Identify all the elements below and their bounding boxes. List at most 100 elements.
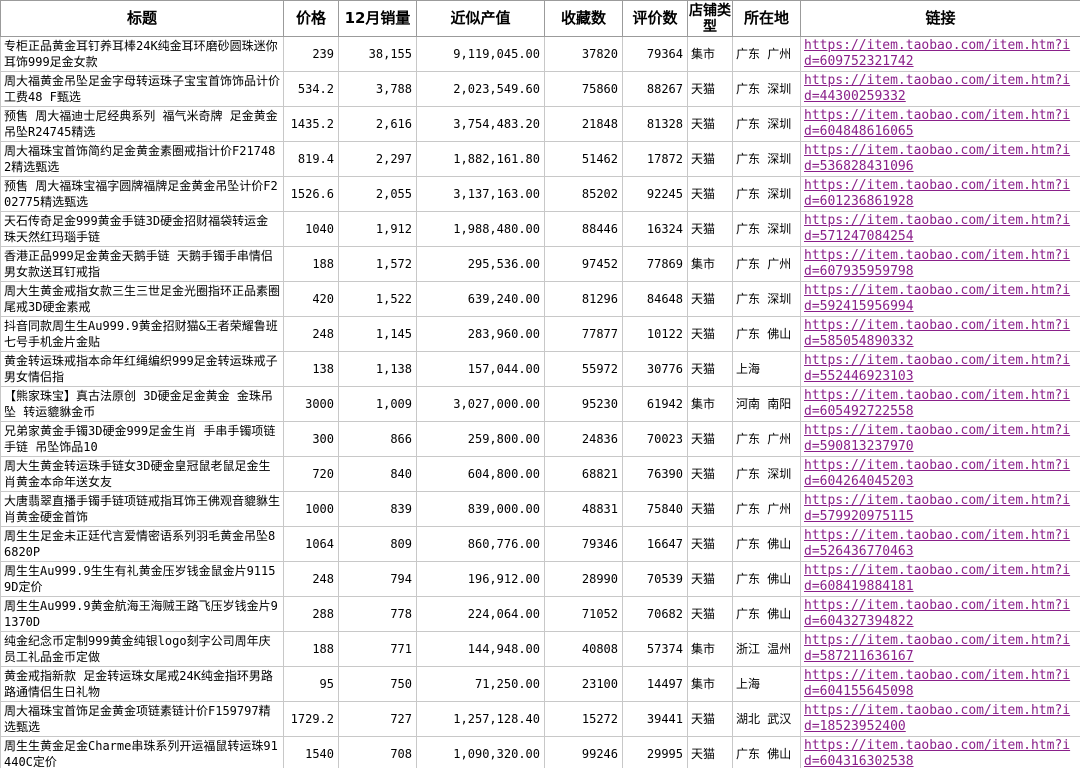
cell-value[interactable]: 3,027,000.00 xyxy=(416,386,545,422)
cell-title[interactable]: 黄金戒指新款 足金转运珠女尾戒24K纯金指环男路路通情侣生日礼物 xyxy=(0,666,284,702)
cell-value[interactable]: 1,257,128.40 xyxy=(416,701,545,737)
cell-favorites[interactable]: 48831 xyxy=(544,491,623,527)
cell-reviews[interactable]: 92245 xyxy=(622,176,688,212)
product-link[interactable]: https://item.taobao.com/item.htm?id=5524… xyxy=(804,353,1070,384)
cell-title[interactable]: 周大生黄金转运珠手链女3D硬金皇冠鼠老鼠足金生肖黄金本命年送女友 xyxy=(0,456,284,492)
cell-link[interactable]: https://item.taobao.com/item.htm?id=6084… xyxy=(800,561,1080,597)
cell-favorites[interactable]: 85202 xyxy=(544,176,623,212)
cell-price[interactable]: 1540 xyxy=(283,736,339,768)
cell-location[interactable]: 广东 深圳 xyxy=(732,71,801,107)
cell-location[interactable]: 广东 深圳 xyxy=(732,106,801,142)
cell-location[interactable]: 浙江 温州 xyxy=(732,631,801,667)
cell-sales[interactable]: 38,155 xyxy=(338,36,417,72)
cell-sales[interactable]: 1,912 xyxy=(338,211,417,247)
product-link[interactable]: https://item.taobao.com/item.htm?id=4430… xyxy=(804,73,1070,104)
cell-price[interactable]: 3000 xyxy=(283,386,339,422)
cell-reviews[interactable]: 16324 xyxy=(622,211,688,247)
product-link[interactable]: https://item.taobao.com/item.htm?id=5850… xyxy=(804,318,1070,349)
cell-link[interactable]: https://item.taobao.com/item.htm?id=5850… xyxy=(800,316,1080,352)
cell-favorites[interactable]: 28990 xyxy=(544,561,623,597)
cell-title[interactable]: 【熊家珠宝】真古法原创 3D硬金足金黄金 金珠吊坠 转运貔貅金币 xyxy=(0,386,284,422)
cell-location[interactable]: 广东 佛山 xyxy=(732,561,801,597)
cell-link[interactable]: https://item.taobao.com/item.htm?id=6043… xyxy=(800,596,1080,632)
cell-link[interactable]: https://item.taobao.com/item.htm?id=5872… xyxy=(800,631,1080,667)
header-shop-type[interactable]: 店铺类型 xyxy=(687,0,733,37)
cell-shop-type[interactable]: 天猫 xyxy=(687,316,733,352)
cell-shop-type[interactable]: 集市 xyxy=(687,631,733,667)
cell-price[interactable]: 1040 xyxy=(283,211,339,247)
cell-favorites[interactable]: 23100 xyxy=(544,666,623,702)
cell-shop-type[interactable]: 天猫 xyxy=(687,141,733,177)
cell-value[interactable]: 144,948.00 xyxy=(416,631,545,667)
cell-value[interactable]: 860,776.00 xyxy=(416,526,545,562)
cell-title[interactable]: 周生生黄金足金Charme串珠系列开运福鼠转运珠91440C定价 xyxy=(0,736,284,768)
product-link[interactable]: https://item.taobao.com/item.htm?id=6048… xyxy=(804,108,1070,139)
cell-price[interactable]: 1435.2 xyxy=(283,106,339,142)
cell-favorites[interactable]: 99246 xyxy=(544,736,623,768)
cell-favorites[interactable]: 97452 xyxy=(544,246,623,282)
cell-value[interactable]: 1,882,161.80 xyxy=(416,141,545,177)
cell-favorites[interactable]: 24836 xyxy=(544,421,623,457)
cell-reviews[interactable]: 70539 xyxy=(622,561,688,597)
cell-sales[interactable]: 727 xyxy=(338,701,417,737)
cell-sales[interactable]: 708 xyxy=(338,736,417,768)
cell-location[interactable]: 广东 深圳 xyxy=(732,281,801,317)
cell-link[interactable]: https://item.taobao.com/item.htm?id=4430… xyxy=(800,71,1080,107)
cell-title[interactable]: 预售 周大福迪士尼经典系列 福气米奇牌 足金黄金吊坠R24745精选 xyxy=(0,106,284,142)
cell-title[interactable]: 周生生Au999.9黄金航海王海贼王路飞压岁钱金片91370D xyxy=(0,596,284,632)
cell-price[interactable]: 720 xyxy=(283,456,339,492)
cell-sales[interactable]: 1,009 xyxy=(338,386,417,422)
header-reviews[interactable]: 评价数 xyxy=(622,0,688,37)
product-link[interactable]: https://item.taobao.com/item.htm?id=6012… xyxy=(804,178,1070,209)
cell-location[interactable]: 广东 佛山 xyxy=(732,596,801,632)
cell-link[interactable]: https://item.taobao.com/item.htm?id=1852… xyxy=(800,701,1080,737)
cell-link[interactable]: https://item.taobao.com/item.htm?id=5799… xyxy=(800,491,1080,527)
cell-link[interactable]: https://item.taobao.com/item.htm?id=5368… xyxy=(800,141,1080,177)
product-link[interactable]: https://item.taobao.com/item.htm?id=5799… xyxy=(804,493,1070,524)
cell-location[interactable]: 湖北 武汉 xyxy=(732,701,801,737)
cell-price[interactable]: 819.4 xyxy=(283,141,339,177)
cell-price[interactable]: 188 xyxy=(283,246,339,282)
cell-sales[interactable]: 750 xyxy=(338,666,417,702)
cell-shop-type[interactable]: 天猫 xyxy=(687,736,733,768)
cell-price[interactable]: 1064 xyxy=(283,526,339,562)
product-link[interactable]: https://item.taobao.com/item.htm?id=6079… xyxy=(804,248,1070,279)
cell-favorites[interactable]: 77877 xyxy=(544,316,623,352)
cell-price[interactable]: 95 xyxy=(283,666,339,702)
cell-shop-type[interactable]: 天猫 xyxy=(687,526,733,562)
cell-value[interactable]: 196,912.00 xyxy=(416,561,545,597)
cell-reviews[interactable]: 57374 xyxy=(622,631,688,667)
cell-sales[interactable]: 3,788 xyxy=(338,71,417,107)
cell-location[interactable]: 广东 广州 xyxy=(732,36,801,72)
cell-favorites[interactable]: 51462 xyxy=(544,141,623,177)
cell-price[interactable]: 239 xyxy=(283,36,339,72)
cell-reviews[interactable]: 70682 xyxy=(622,596,688,632)
cell-value[interactable]: 259,800.00 xyxy=(416,421,545,457)
cell-title[interactable]: 周大福珠宝首饰简约足金黄金素圈戒指计价F217482精选甄选 xyxy=(0,141,284,177)
product-link[interactable]: https://item.taobao.com/item.htm?id=6041… xyxy=(804,668,1070,699)
cell-favorites[interactable]: 55972 xyxy=(544,351,623,387)
cell-value[interactable]: 3,137,163.00 xyxy=(416,176,545,212)
cell-link[interactable]: https://item.taobao.com/item.htm?id=5924… xyxy=(800,281,1080,317)
cell-title[interactable]: 专柜正品黄金耳钉养耳棒24K纯金耳环磨砂圆珠迷你耳饰999足金女款 xyxy=(0,36,284,72)
cell-reviews[interactable]: 61942 xyxy=(622,386,688,422)
cell-favorites[interactable]: 95230 xyxy=(544,386,623,422)
cell-reviews[interactable]: 79364 xyxy=(622,36,688,72)
cell-price[interactable]: 288 xyxy=(283,596,339,632)
cell-sales[interactable]: 1,572 xyxy=(338,246,417,282)
product-link[interactable]: https://item.taobao.com/item.htm?id=5264… xyxy=(804,528,1070,559)
cell-value[interactable]: 839,000.00 xyxy=(416,491,545,527)
cell-shop-type[interactable]: 集市 xyxy=(687,36,733,72)
cell-location[interactable]: 广东 深圳 xyxy=(732,456,801,492)
cell-reviews[interactable]: 88267 xyxy=(622,71,688,107)
cell-location[interactable]: 广东 佛山 xyxy=(732,316,801,352)
product-link[interactable]: https://item.taobao.com/item.htm?id=6097… xyxy=(804,38,1070,69)
cell-title[interactable]: 天石传奇足金999黄金手链3D硬金招财福袋转运金珠天然红玛瑙手链 xyxy=(0,211,284,247)
cell-favorites[interactable]: 37820 xyxy=(544,36,623,72)
cell-reviews[interactable]: 70023 xyxy=(622,421,688,457)
header-title[interactable]: 标题 xyxy=(0,0,284,37)
cell-value[interactable]: 1,988,480.00 xyxy=(416,211,545,247)
cell-favorites[interactable]: 15272 xyxy=(544,701,623,737)
cell-reviews[interactable]: 39441 xyxy=(622,701,688,737)
cell-value[interactable]: 604,800.00 xyxy=(416,456,545,492)
